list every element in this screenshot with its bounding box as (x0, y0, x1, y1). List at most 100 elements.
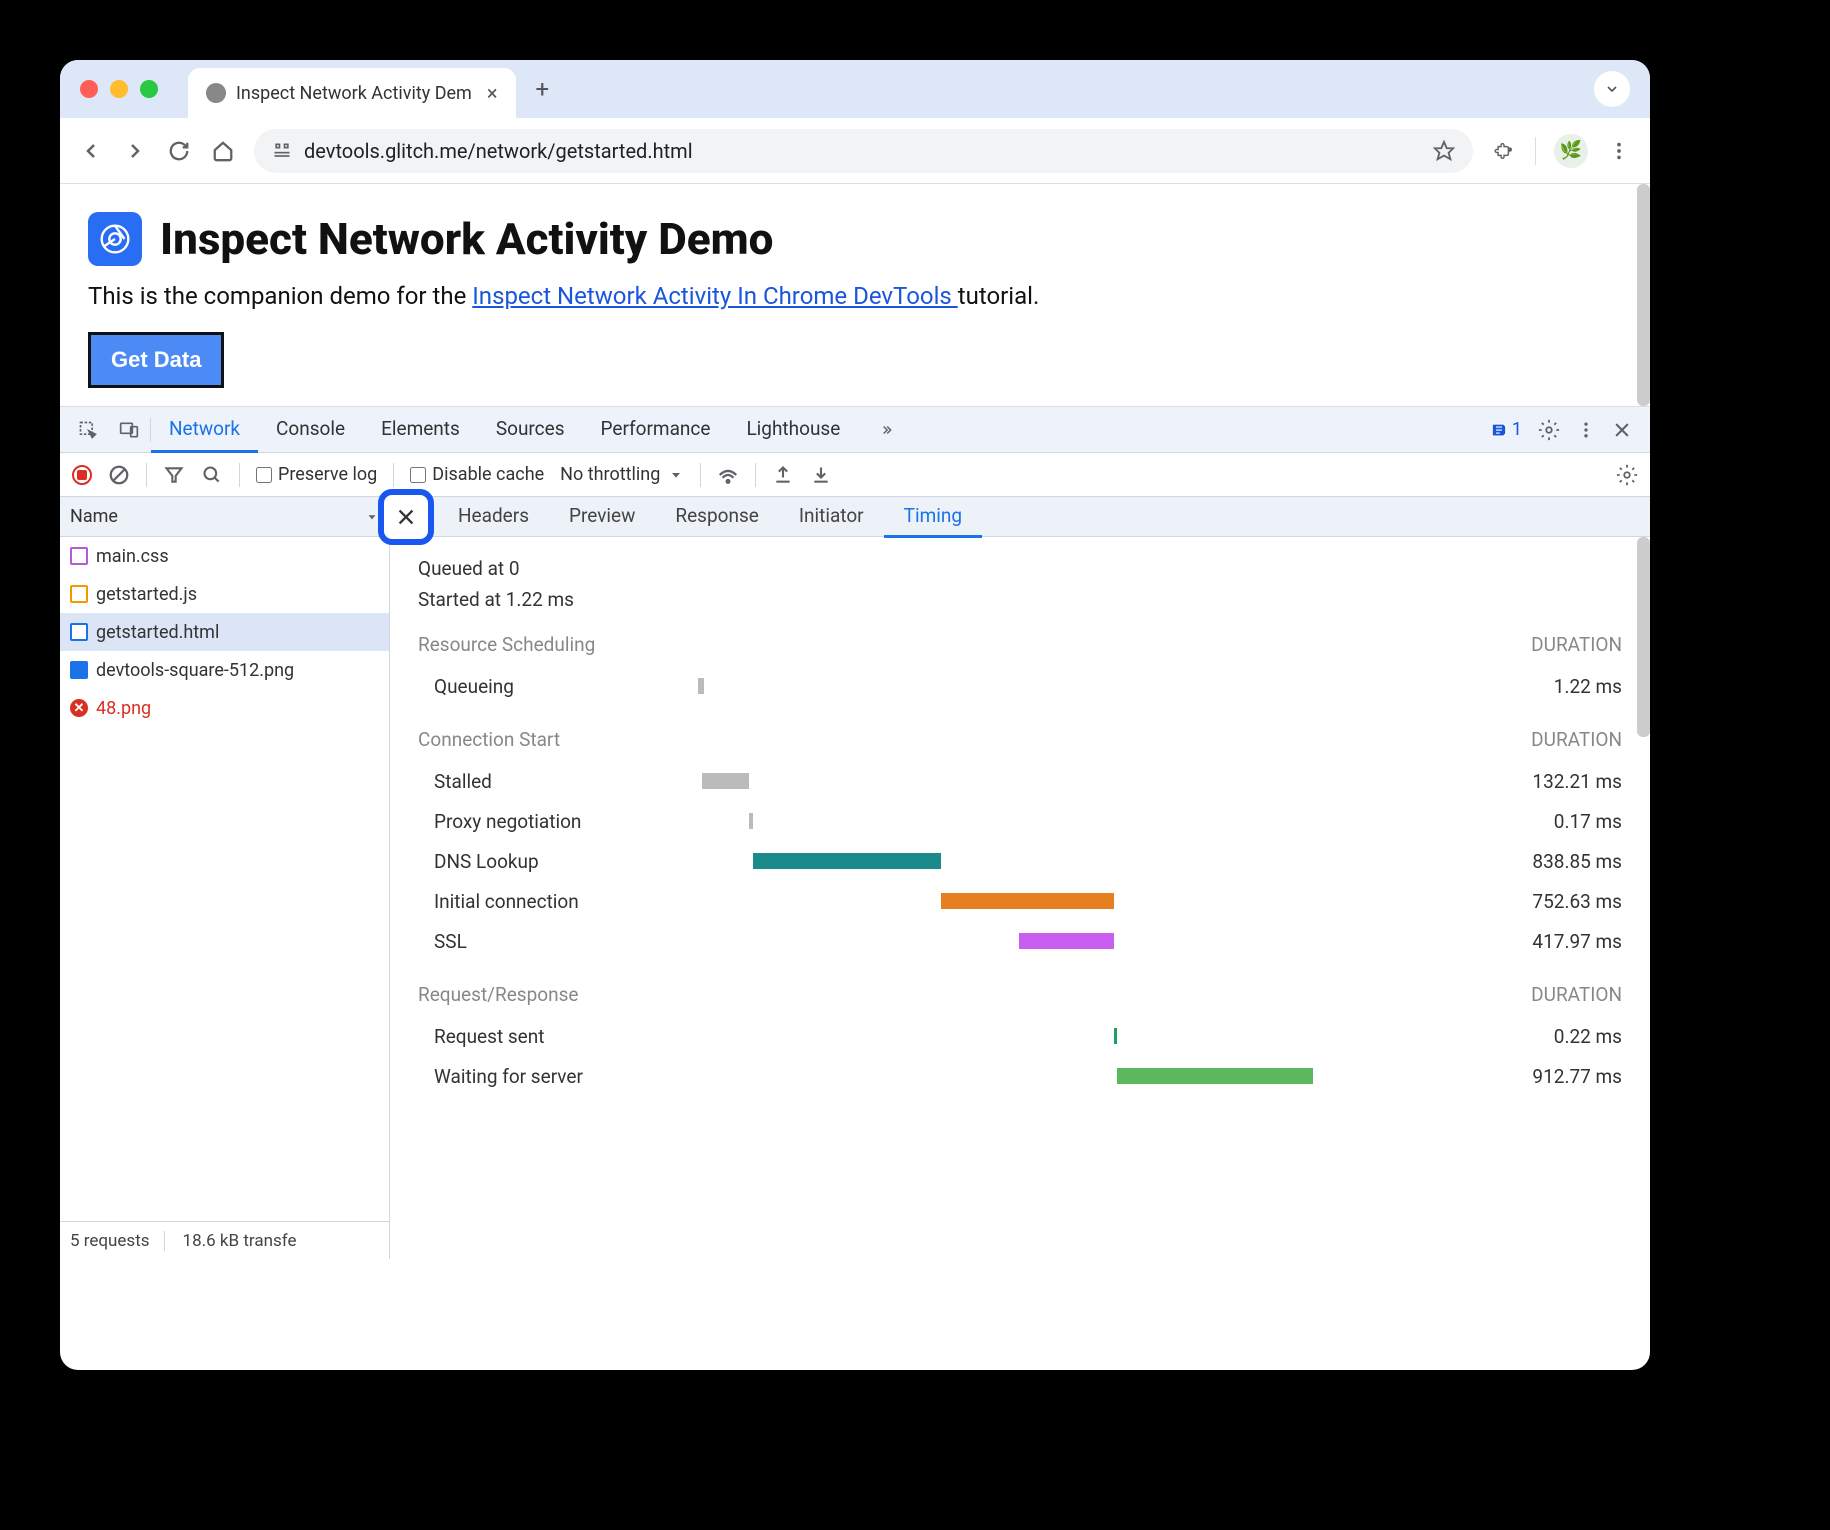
new-tab-button[interactable]: + (536, 75, 550, 103)
timing-panel: Queued at 0 Started at 1.22 ms Resource … (390, 537, 1650, 1116)
network-conditions-icon[interactable] (717, 464, 739, 486)
detail-tab-headers[interactable]: Headers (438, 496, 549, 538)
network-settings-icon[interactable] (1616, 464, 1638, 486)
detail-tab-response[interactable]: Response (655, 496, 778, 538)
timing-row: Proxy negotiation0.17 ms (418, 801, 1622, 841)
status-bar: 5 requests 18.6 kB transfe (60, 1221, 389, 1259)
devtools-tab-lighthouse[interactable]: Lighthouse (728, 407, 858, 453)
request-detail: HeadersPreviewResponseInitiatorTiming Qu… (390, 497, 1650, 1259)
request-filename: getstarted.js (96, 584, 197, 605)
tab-overflow-button[interactable] (1594, 71, 1630, 107)
timing-row: DNS Lookup838.85 ms (418, 841, 1622, 881)
timing-section-header: Resource SchedulingDURATION (418, 633, 1622, 656)
js-file-icon (70, 585, 88, 603)
request-row[interactable]: getstarted.js (60, 575, 389, 613)
tutorial-link[interactable]: Inspect Network Activity In Chrome DevTo… (472, 282, 957, 310)
devtools-tab-sources[interactable]: Sources (478, 407, 583, 453)
page-title: Inspect Network Activity Demo (160, 213, 773, 265)
request-filename: 48.png (96, 698, 151, 719)
request-filename: getstarted.html (96, 622, 219, 643)
devtools-tab-console[interactable]: Console (258, 407, 363, 453)
network-toolbar: Preserve log Disable cache No throttling (60, 453, 1650, 497)
detail-tab-timing[interactable]: Timing (884, 496, 982, 538)
download-icon[interactable] (810, 464, 832, 486)
minimize-window-button[interactable] (110, 80, 128, 98)
timing-row: Initial connection752.63 ms (418, 881, 1622, 921)
window-controls (80, 80, 158, 98)
search-icon[interactable] (201, 464, 223, 486)
separator (1535, 137, 1536, 165)
started-at: Started at 1.22 ms (418, 588, 1622, 611)
browser-tab[interactable]: Inspect Network Activity Dem × (188, 68, 516, 118)
page-scrollbar[interactable] (1637, 184, 1650, 406)
reload-button[interactable] (166, 138, 192, 164)
timing-row: SSL417.97 ms (418, 921, 1622, 961)
issues-badge[interactable]: 1 (1490, 419, 1522, 440)
settings-icon[interactable] (1538, 419, 1560, 441)
html-file-icon (70, 623, 88, 641)
timing-bar (1019, 933, 1113, 949)
filter-icon[interactable] (163, 464, 185, 486)
devtools-tab-elements[interactable]: Elements (363, 407, 478, 453)
tabs-overflow-icon[interactable] (858, 413, 914, 447)
request-filename: main.css (96, 546, 169, 567)
upload-icon[interactable] (772, 464, 794, 486)
devtools-tab-network[interactable]: Network (151, 407, 258, 453)
record-button[interactable] (72, 465, 92, 485)
browser-window: Inspect Network Activity Dem × + devtool… (60, 60, 1650, 1370)
request-row[interactable]: getstarted.html (60, 613, 389, 651)
timing-section-header: Request/ResponseDURATION (418, 983, 1622, 1006)
devtools-tab-performance[interactable]: Performance (583, 407, 729, 453)
maximize-window-button[interactable] (140, 80, 158, 98)
url-input[interactable]: devtools.glitch.me/network/getstarted.ht… (254, 129, 1473, 173)
dropdown-icon (365, 510, 379, 524)
request-list-header[interactable]: Name (60, 497, 389, 537)
close-tab-icon[interactable]: × (487, 81, 498, 105)
request-row[interactable]: devtools-square-512.png (60, 651, 389, 689)
timing-bar (753, 853, 941, 869)
preserve-log-checkbox[interactable]: Preserve log (256, 464, 377, 485)
timing-row: Request sent0.22 ms (418, 1016, 1622, 1056)
timing-bar (1117, 1068, 1313, 1084)
timing-bar (702, 773, 749, 789)
extensions-button[interactable] (1491, 138, 1517, 164)
css-file-icon (70, 547, 88, 565)
detail-scrollbar[interactable] (1637, 537, 1650, 737)
address-bar: devtools.glitch.me/network/getstarted.ht… (60, 118, 1650, 184)
queued-at: Queued at 0 (418, 557, 1622, 580)
timing-bar (698, 678, 704, 694)
home-button[interactable] (210, 138, 236, 164)
more-menu-icon[interactable] (1576, 420, 1596, 440)
close-detail-button[interactable] (378, 489, 434, 545)
err-file-icon: ✕ (70, 699, 88, 717)
tab-title: Inspect Network Activity Dem (236, 83, 472, 104)
inspect-element-icon[interactable] (68, 414, 108, 446)
page-description: This is the companion demo for the Inspe… (88, 282, 1622, 310)
timing-bar (1114, 1028, 1118, 1044)
profile-avatar[interactable]: 🌿 (1554, 134, 1588, 168)
url-text: devtools.glitch.me/network/getstarted.ht… (304, 139, 693, 163)
back-button[interactable] (78, 138, 104, 164)
device-toolbar-icon[interactable] (108, 414, 150, 446)
forward-button[interactable] (122, 138, 148, 164)
timing-bar (941, 893, 1113, 909)
get-data-button[interactable]: Get Data (88, 332, 224, 388)
request-row[interactable]: main.css (60, 537, 389, 575)
close-window-button[interactable] (80, 80, 98, 98)
request-row[interactable]: ✕ 48.png (60, 689, 389, 727)
devtools-body: Name main.css getstarted.js getstarted.htm… (60, 497, 1650, 1259)
detail-tab-initiator[interactable]: Initiator (779, 496, 884, 538)
clear-icon[interactable] (108, 464, 130, 486)
devtools-tabs: NetworkConsoleElementsSourcesPerformance… (60, 407, 1650, 453)
detail-tabs: HeadersPreviewResponseInitiatorTiming (390, 497, 1650, 537)
close-devtools-icon[interactable] (1612, 420, 1632, 440)
globe-icon (206, 83, 226, 103)
page-content: Inspect Network Activity Demo This is th… (60, 184, 1650, 407)
detail-tab-preview[interactable]: Preview (549, 496, 655, 538)
throttling-select[interactable]: No throttling (560, 464, 684, 485)
bookmark-star-icon[interactable] (1433, 140, 1455, 162)
devtools-logo-icon (88, 212, 142, 266)
kebab-menu-icon[interactable] (1606, 138, 1632, 164)
disable-cache-checkbox[interactable]: Disable cache (410, 464, 544, 485)
transfer-size: 18.6 kB transfe (183, 1231, 311, 1251)
